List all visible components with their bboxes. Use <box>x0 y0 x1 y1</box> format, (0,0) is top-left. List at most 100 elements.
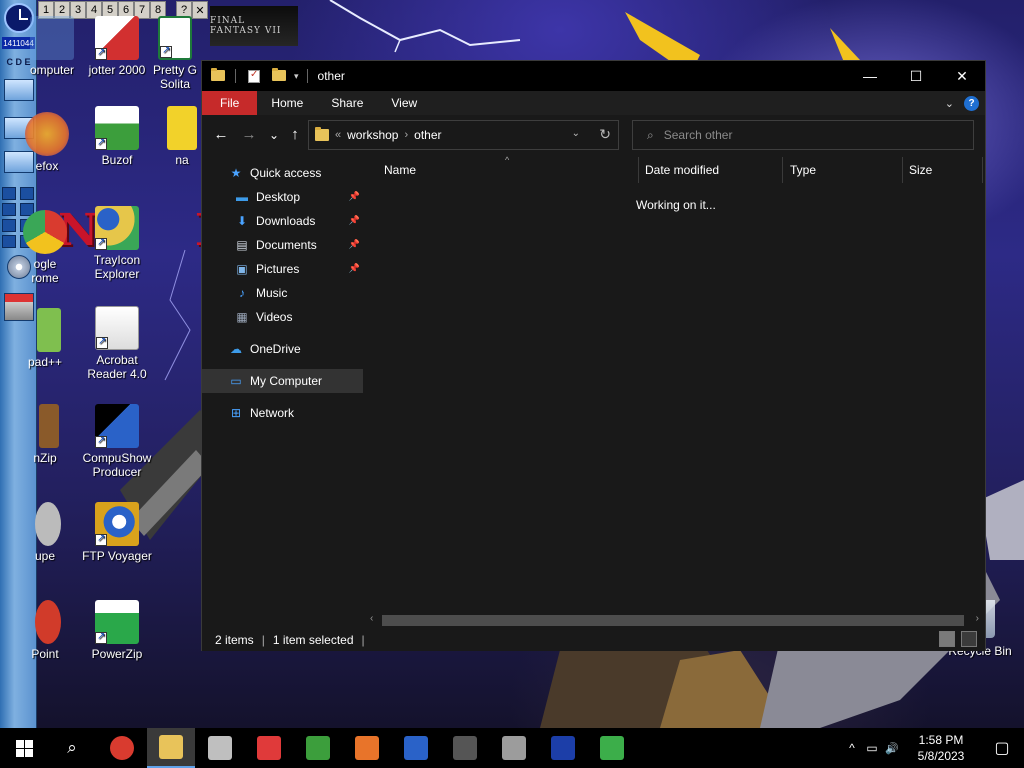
taskbar-app-cd-tool[interactable] <box>490 728 538 768</box>
column-divider[interactable] <box>982 157 983 183</box>
taskbar-app-ftp-voyager[interactable] <box>392 728 440 768</box>
breadcrumb-other[interactable]: other <box>414 128 441 142</box>
sidebar-item-downloads[interactable]: ⬇ Downloads 📌 <box>202 209 363 233</box>
address-bar[interactable]: « workshop › other ⌄ ↻ <box>308 120 619 150</box>
expand-ribbon-chevron-icon[interactable]: ⌄ <box>945 97 954 110</box>
title-bar[interactable]: ▾ other — ☐ ✕ <box>202 61 985 91</box>
desktop-icon-powerzip[interactable]: PowerZip <box>77 600 157 661</box>
sidebar-item-quick-access[interactable]: ★ Quick access <box>202 161 363 185</box>
desktop-icon-na[interactable]: na <box>165 106 199 167</box>
pin-icon[interactable]: 📌 <box>349 239 360 250</box>
large-icons-view-icon[interactable] <box>961 631 977 647</box>
taskbar-app-file-explorer[interactable] <box>147 728 195 768</box>
breadcrumb-workshop[interactable]: workshop <box>347 128 398 142</box>
blue-app-icon <box>551 736 575 760</box>
sidebar-item-pictures[interactable]: ▣ Pictures 📌 <box>202 257 363 281</box>
sidebar-item-videos[interactable]: ▦ Videos <box>202 305 363 329</box>
desktop-icon-loupe[interactable]: upe <box>17 502 73 563</box>
column-divider[interactable] <box>638 157 639 183</box>
sidebar-item-music[interactable]: ♪ Music <box>202 281 363 305</box>
taskbar-app-buzof[interactable] <box>294 728 342 768</box>
taskbar-app-recycle-app[interactable] <box>588 728 636 768</box>
customize-quick-access-chevron-icon[interactable]: ▾ <box>294 71 299 82</box>
sidebar-item-label: Music <box>256 286 288 300</box>
help-icon[interactable]: ? <box>964 96 979 111</box>
pin-icon[interactable]: 📌 <box>349 263 360 274</box>
column-header-size[interactable]: Size <box>909 159 932 181</box>
sidebar-item-network[interactable]: ⊞ Network <box>202 401 363 425</box>
desktop-icon-trayicon-explorer[interactable]: TrayIcon Explorer <box>77 206 157 281</box>
scrollbar-thumb[interactable] <box>382 615 964 626</box>
desktop-icon-compushow[interactable]: CompuShow Producer <box>77 404 157 479</box>
grid-cell[interactable] <box>19 186 34 200</box>
sidebar-item-my-computer[interactable]: ▭ My Computer <box>202 369 363 393</box>
recent-locations-chevron-icon[interactable]: ⌄ <box>265 127 283 143</box>
desktop-icon-powerpoint[interactable]: Point <box>17 600 73 661</box>
column-header-date-modified[interactable]: Date modified <box>645 159 719 181</box>
column-header-type[interactable]: Type <box>790 159 816 181</box>
column-divider[interactable] <box>782 157 783 183</box>
sidebar-item-onedrive[interactable]: ☁ OneDrive <box>202 337 363 361</box>
grid-cell[interactable] <box>2 186 16 200</box>
taskbar-clock[interactable]: 1:58 PM 5/8/2023 <box>902 732 980 764</box>
horizontal-scrollbar[interactable]: ‹ › <box>366 612 983 628</box>
desktop-icon-label: Buzof <box>101 153 133 167</box>
desktop-icon-acrobat-reader[interactable]: Acrobat Reader 4.0 <box>77 306 157 381</box>
breadcrumb-overflow[interactable]: « <box>335 129 341 141</box>
pin-icon[interactable]: 📌 <box>349 215 360 226</box>
taskbar-app-arrow-app[interactable] <box>245 728 293 768</box>
desktop-icon-winzip[interactable]: nZip <box>17 404 73 465</box>
desktop-icon-notepad[interactable]: pad++ <box>17 308 73 369</box>
taskbar-app-firefox[interactable] <box>343 728 391 768</box>
sidebar-item-documents[interactable]: ▤ Documents 📌 <box>202 233 363 257</box>
scroll-left-icon[interactable]: ‹ <box>370 613 373 624</box>
desktop-icon-pretty-good-solitaire[interactable]: Pretty G Solita <box>152 16 198 91</box>
back-button[interactable]: ← <box>212 127 230 143</box>
desktop-icon-firefox[interactable]: efox <box>17 112 77 173</box>
close-button[interactable]: ✕ <box>939 61 985 91</box>
refresh-icon[interactable]: ↻ <box>599 126 611 143</box>
network-icon[interactable]: ▭ <box>862 741 882 755</box>
desktop-icon-jotter[interactable]: jotter 2000 <box>77 16 157 77</box>
pin-icon[interactable]: 📌 <box>349 191 360 202</box>
new-folder-icon[interactable] <box>272 68 286 82</box>
taskbar-app-disk-tool[interactable] <box>196 728 244 768</box>
file-list: ^ Name Date modified Type Size Working o… <box>366 155 983 620</box>
minimize-button[interactable]: — <box>847 61 893 91</box>
grid-cell[interactable] <box>2 218 16 232</box>
tab-file[interactable]: File <box>202 91 258 115</box>
maximize-button[interactable]: ☐ <box>893 61 939 91</box>
notifications-icon[interactable]: ▢ <box>980 738 1024 758</box>
forward-button[interactable]: → <box>240 127 258 143</box>
grid-cell[interactable] <box>2 234 16 248</box>
sidebar-item-desktop[interactable]: ▬ Desktop 📌 <box>202 185 363 209</box>
show-hidden-icons-chevron-icon[interactable]: ^ <box>842 741 862 755</box>
column-header-name[interactable]: Name <box>384 159 416 181</box>
grid-cell[interactable] <box>2 202 16 216</box>
taskbar-app-blue-app[interactable] <box>539 728 587 768</box>
search-box[interactable]: ⌕ <box>632 120 974 150</box>
breadcrumb-separator[interactable]: › <box>404 129 408 141</box>
details-view-icon[interactable] <box>939 631 955 647</box>
document-icon: ▤ <box>236 238 248 252</box>
column-divider[interactable] <box>902 157 903 183</box>
tab-view[interactable]: View <box>377 91 431 115</box>
taskbar-app-chrome[interactable] <box>98 728 146 768</box>
desktop-icon-buzof[interactable]: Buzof <box>77 106 157 167</box>
taskbar-app-terminal[interactable] <box>441 728 489 768</box>
tab-share[interactable]: Share <box>317 91 377 115</box>
properties-icon[interactable] <box>248 69 260 83</box>
start-button[interactable] <box>0 728 48 768</box>
disk-tool-icon <box>208 736 232 760</box>
search-button[interactable]: ⌕ <box>48 728 96 768</box>
desktop-icon-chrome[interactable]: ogle rome <box>17 210 73 285</box>
loading-message: Working on it... <box>636 198 716 212</box>
scroll-right-icon[interactable]: › <box>976 613 979 624</box>
address-dropdown-chevron-icon[interactable]: ⌄ <box>572 128 580 139</box>
search-input[interactable] <box>663 128 944 142</box>
desktop-icon-ftp-voyager[interactable]: FTP Voyager <box>77 502 157 563</box>
tab-home[interactable]: Home <box>257 91 317 115</box>
monitor-icon[interactable] <box>2 78 35 102</box>
up-button[interactable]: ↑ <box>286 127 304 143</box>
volume-icon[interactable]: 🔊 <box>882 742 902 755</box>
